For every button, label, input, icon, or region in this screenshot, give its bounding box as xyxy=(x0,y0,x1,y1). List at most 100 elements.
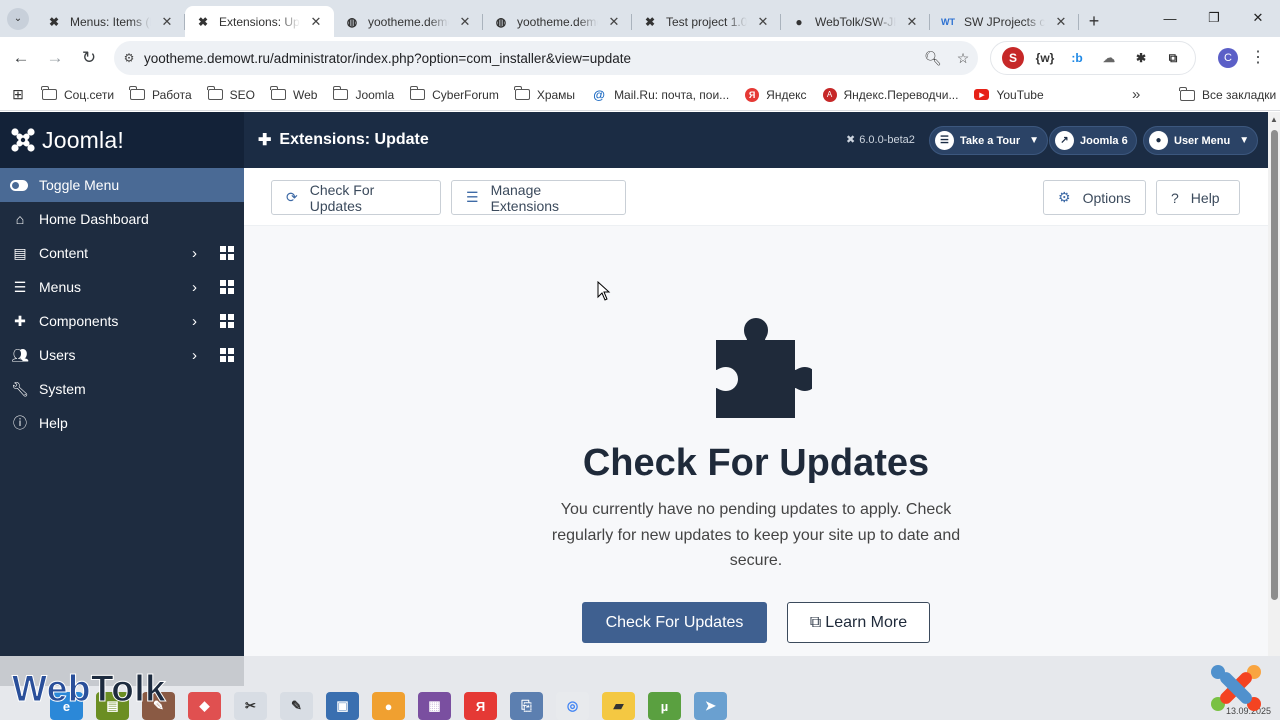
sync-icon: ⟳ xyxy=(286,189,298,205)
scrollbar-thumb[interactable] xyxy=(1271,130,1278,600)
bookmark-link[interactable]: ▶ YouTube xyxy=(966,82,1051,108)
firefox-icon[interactable]: ● xyxy=(372,692,405,720)
bookmark-folder[interactable]: Работа xyxy=(122,82,200,108)
extension-b-icon[interactable]: :b xyxy=(1066,47,1088,69)
dashboard-grid-icon[interactable] xyxy=(220,348,234,362)
sticky-notes-icon[interactable]: ▰ xyxy=(602,692,635,720)
reload-button[interactable]: ↻ xyxy=(72,41,106,75)
sidebar-item-components[interactable]: ✚ Components › xyxy=(0,304,244,338)
more-menu-icon[interactable]: ⋮ xyxy=(1250,47,1266,67)
tab-search-button[interactable]: ⌄ xyxy=(0,0,36,37)
sidebar-item-home-dashboard[interactable]: ⌂ Home Dashboard xyxy=(0,202,244,236)
address-bar[interactable]: ⚙ yootheme.demowt.ru/administrator/index… xyxy=(114,41,978,75)
close-window-icon[interactable]: ✕ xyxy=(1236,0,1280,36)
scroll-up-icon[interactable]: ▲ xyxy=(1270,115,1278,124)
close-icon[interactable]: ✕ xyxy=(606,14,622,30)
mail-icon: @ xyxy=(593,87,605,102)
youtube-icon: ▶ xyxy=(974,89,990,100)
zoom-icon[interactable]: 🔍︎ xyxy=(918,50,948,67)
page-title: ✚ Extensions: Update xyxy=(258,131,429,149)
manage-extensions-button[interactable]: ☰ Manage Extensions xyxy=(451,180,626,215)
extensions-puzzle-icon[interactable]: ⧉ xyxy=(1162,47,1184,69)
snip-icon[interactable]: ✂ xyxy=(234,692,267,720)
bookmark-folder[interactable]: SEO xyxy=(200,82,263,108)
empty-state-title: Check For Updates xyxy=(582,442,930,484)
joomla-icon: ✖ xyxy=(197,14,209,29)
dashboard-grid-icon[interactable] xyxy=(220,314,234,328)
yandex-browser-icon[interactable]: Я xyxy=(464,692,497,720)
close-icon[interactable]: ✕ xyxy=(904,14,920,30)
mouse-cursor-icon xyxy=(597,281,611,301)
bookmark-folder[interactable]: Joomla xyxy=(325,82,402,108)
chrome-icon[interactable]: ◎ xyxy=(556,692,589,720)
browser-tab[interactable]: ● WebTolk/SW-JP ✕ xyxy=(781,6,930,37)
take-tour-button[interactable]: ☰ Take a Tour ▼ xyxy=(929,126,1049,155)
help-button[interactable]: ? Help xyxy=(1156,180,1240,215)
sidebar-item-toggle-menu[interactable]: Toggle Menu xyxy=(0,168,244,202)
torrent-icon[interactable]: µ xyxy=(648,692,681,720)
new-tab-button[interactable]: + xyxy=(1079,6,1109,37)
dashboard-grid-icon[interactable] xyxy=(220,280,234,294)
extension-cloud-icon[interactable]: ☁ xyxy=(1098,47,1120,69)
tab-title: WebTolk/SW-JP xyxy=(815,14,896,29)
sidebar-item-help[interactable]: ⓘ Help xyxy=(0,406,244,440)
bookmark-link[interactable]: A Яндекс.Переводчи... xyxy=(815,82,967,108)
close-icon[interactable]: ✕ xyxy=(755,14,771,30)
close-icon[interactable]: ✕ xyxy=(159,14,175,30)
bookmark-folder[interactable]: Web xyxy=(263,82,325,108)
forward-button[interactable]: → xyxy=(38,41,72,75)
image-editor-icon[interactable]: ▦ xyxy=(418,692,451,720)
page-scrollbar[interactable]: ▲ xyxy=(1268,112,1280,656)
user-menu-button[interactable]: ● User Menu ▼ xyxy=(1143,126,1259,155)
sidebar-item-menus[interactable]: ☰ Menus › xyxy=(0,270,244,304)
all-bookmarks[interactable]: Все закладки xyxy=(1172,82,1280,108)
site-info-icon[interactable]: ⚙ xyxy=(114,51,144,65)
joomla-logo[interactable]: Joomla! xyxy=(0,112,244,168)
url-text[interactable]: yootheme.demowt.ru/administrator/index.p… xyxy=(144,51,918,66)
extension-s-icon[interactable]: S xyxy=(1002,47,1024,69)
learn-more-button[interactable]: ⧉ Learn More xyxy=(787,602,930,643)
tab-title: SW JProjects co xyxy=(964,14,1045,29)
extension-json-icon[interactable]: {w} xyxy=(1034,47,1056,69)
dashboard-grid-icon[interactable] xyxy=(220,246,234,260)
browser-tab[interactable]: ◍ yootheme.demo ✕ xyxy=(483,6,632,37)
browser-tab[interactable]: WT SW JProjects co ✕ xyxy=(930,6,1079,37)
close-icon[interactable]: ✕ xyxy=(308,14,324,30)
save-icon[interactable]: ▣ xyxy=(326,692,359,720)
close-icon[interactable]: ✕ xyxy=(1053,14,1069,30)
globe-icon: ◍ xyxy=(346,14,358,29)
extension-bug-icon[interactable]: ✱ xyxy=(1130,47,1152,69)
bookmark-folder[interactable]: Соц.сети xyxy=(34,82,122,108)
bookmark-folder[interactable]: CyberForum xyxy=(402,82,507,108)
window-controls: — ❐ ✕ xyxy=(1148,0,1280,36)
more-bookmarks-icon[interactable]: » xyxy=(1132,86,1140,103)
chevron-down-icon: ▼ xyxy=(1029,135,1040,146)
network-icon[interactable]: ⎘ xyxy=(510,692,543,720)
tab-title: yootheme.demo xyxy=(517,14,598,29)
profile-avatar[interactable]: C xyxy=(1218,48,1238,68)
telegram-icon[interactable]: ➤ xyxy=(694,692,727,720)
anydesk-icon[interactable]: ◆ xyxy=(188,692,221,720)
restore-icon[interactable]: ❐ xyxy=(1192,0,1236,36)
browser-tab-active[interactable]: ✖ Extensions: Upd ✕ xyxy=(185,6,334,37)
check-updates-toolbar-button[interactable]: ⟳ Check For Updates xyxy=(271,180,441,215)
close-icon[interactable]: ✕ xyxy=(457,14,473,30)
joomla-corner-logo-icon xyxy=(1211,665,1261,711)
sidebar-item-system[interactable]: 🔧︎ System xyxy=(0,372,244,406)
browser-tab[interactable]: ◍ yootheme.demo ✕ xyxy=(334,6,483,37)
back-button[interactable]: ← xyxy=(4,41,38,75)
bookmark-link[interactable]: @ Mail.Ru: почта, пои... xyxy=(583,82,737,108)
bookmark-folder[interactable]: Храмы xyxy=(507,82,583,108)
joomla6-link[interactable]: ↗ Joomla 6 xyxy=(1049,126,1137,155)
check-updates-button[interactable]: Check For Updates xyxy=(582,602,767,643)
browser-tab[interactable]: ✖ Menus: Items (M ✕ xyxy=(36,6,185,37)
sidebar-item-users[interactable]: 👥︎ Users › xyxy=(0,338,244,372)
apps-icon[interactable]: ⊞ xyxy=(0,82,34,108)
notepad-icon[interactable]: ✎ xyxy=(280,692,313,720)
browser-tab[interactable]: ✖ Test project 1.0. ✕ xyxy=(632,6,781,37)
minimize-icon[interactable]: — xyxy=(1148,0,1192,36)
options-button[interactable]: ⚙ Options xyxy=(1043,180,1146,215)
bookmark-link[interactable]: Я Яндекс xyxy=(737,82,814,108)
star-icon[interactable]: ☆ xyxy=(948,50,978,67)
sidebar-item-content[interactable]: ▤ Content › xyxy=(0,236,244,270)
